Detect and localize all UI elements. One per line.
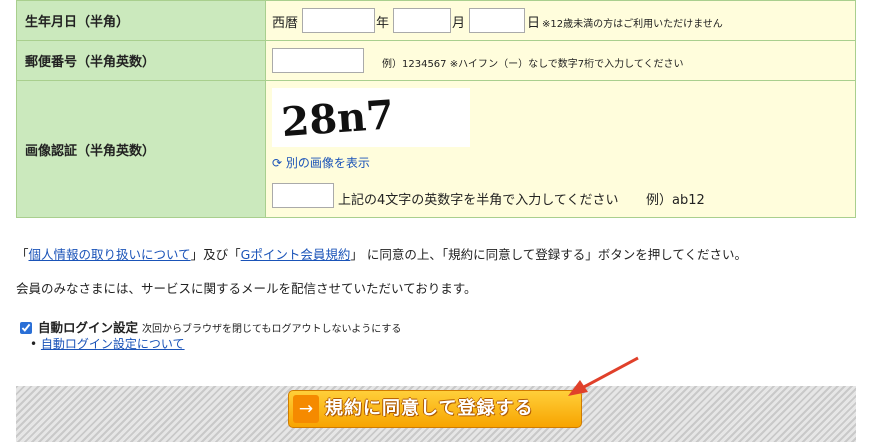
day-unit: 日 [527,15,541,31]
birthdate-label: 生年月日（半角） [16,0,266,41]
annotation-arrow-icon [568,356,639,396]
birthdate-fields: 西暦 年 月 日 ※12歳未満の方はご利用いただけません [265,0,856,41]
reload-captcha-link[interactable]: ⟳ 別の画像を表示 [272,154,370,171]
captcha-fields: 28n7 ⟳ 別の画像を表示 上記の4文字の英数字を半角で入力してください 例）… [265,80,856,218]
birthdate-row: 生年月日（半角） 西暦 年 月 日 ※12歳未満の方はご利用いただけません [16,0,856,41]
privacy-policy-link[interactable]: 個人情報の取り扱いについて [29,247,191,262]
member-terms-link[interactable]: Gポイント会員規約 [241,247,351,262]
agree-register-label: 規約に同意して登録する [325,398,534,419]
birth-month-input[interactable] [393,7,451,33]
agreement-text: 「個人情報の取り扱いについて」及び「Gポイント会員規約」 に同意の上、「規約に同… [16,244,747,263]
captcha-input[interactable] [272,182,334,208]
captcha-instruction: 上記の4文字の英数字を半角で入力してください [338,192,619,208]
captcha-label: 画像認証（半角英数） [16,80,266,218]
bullet-icon: • [30,337,38,351]
captcha-glyphs-icon: 28n7 [280,91,396,146]
birth-day-input[interactable] [469,7,525,33]
postal-code-input[interactable] [272,47,364,73]
era-label: 西暦 [272,15,299,31]
mail-notice: 会員のみなさまには、サービスに関するメールを配信させていただいております。 [16,281,477,296]
captcha-image: 28n7 [272,87,470,147]
agree-register-button[interactable]: → 規約に同意して登録する [288,390,582,428]
agreement-suffix: 」 に同意の上、「規約に同意して登録する」ボタンを押してください。 [350,247,747,262]
auto-login-checkbox[interactable] [20,322,32,334]
auto-login-help-link[interactable]: 自動ログイン設定について [41,337,185,351]
birth-year-input[interactable] [302,7,375,33]
auto-login-help: • 自動ログイン設定について [30,335,185,352]
refresh-icon: ⟳ [272,155,283,170]
month-unit: 月 [452,15,466,31]
auto-login-description: 次回からブラウザを閉じてもログアウトしないようにする [141,324,402,335]
postal-row: 郵便番号（半角英数） 例）1234567 ※ハイフン（ー）なしで数字7桁で入力し… [16,40,856,81]
agreement-prefix: 「 [16,247,29,262]
captcha-text: 28n7 [280,91,396,146]
agreement-mid: 」及び「 [190,247,241,262]
postal-label: 郵便番号（半角英数） [16,40,266,81]
captcha-example: 例）ab12 [646,192,705,208]
reload-captcha-label: 別の画像を表示 [285,155,370,170]
auto-login-row: 自動ログイン設定 次回からブラウザを閉じてもログアウトしないようにする [16,317,401,336]
captcha-row: 画像認証（半角英数） 28n7 ⟳ 別の画像を表示 上記の4文字の英数字を半角で… [16,80,856,218]
year-unit: 年 [376,15,390,31]
arrow-right-icon: → [293,395,319,423]
postal-note: 例）1234567 ※ハイフン（ー）なしで数字7桁で入力してください [382,58,684,70]
registration-form-table: 生年月日（半角） 西暦 年 月 日 ※12歳未満の方はご利用いただけません 郵便… [16,0,856,218]
auto-login-label: 自動ログイン設定 [37,320,138,335]
birthdate-note: ※12歳未満の方はご利用いただけません [542,18,723,30]
postal-fields: 例）1234567 ※ハイフン（ー）なしで数字7桁で入力してください [265,40,856,81]
